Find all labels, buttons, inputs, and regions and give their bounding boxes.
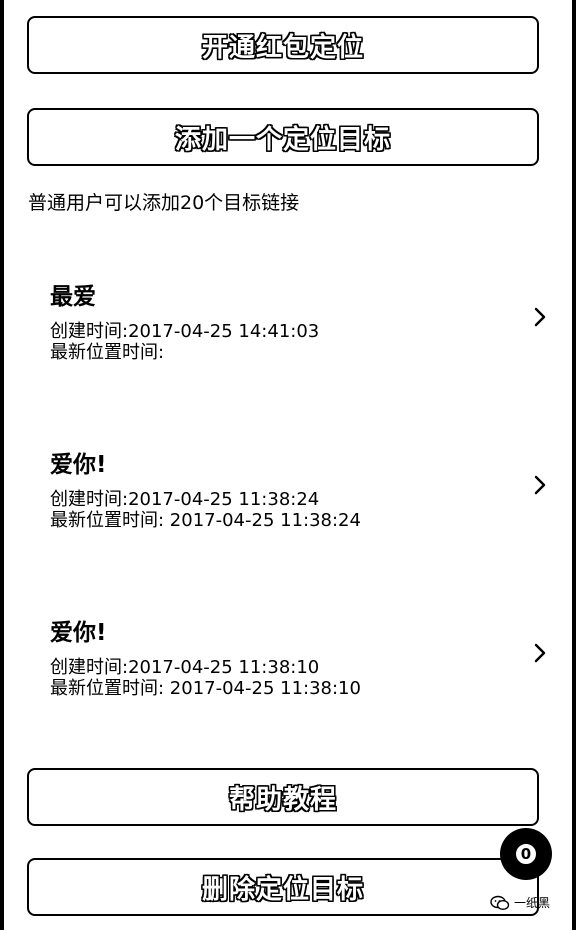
chevron-right-icon [534, 307, 546, 327]
open-red-packet-location-button[interactable]: 开通红包定位 [27, 16, 539, 74]
target-list-item[interactable]: 爱你! 创建时间:2017-04-25 11:38:10 最新位置时间: 201… [0, 613, 576, 733]
add-location-target-button[interactable]: 添加一个定位目标 [27, 108, 539, 166]
chevron-right-icon [534, 643, 546, 663]
target-last-location-time: 最新位置时间: 2017-04-25 11:38:24 [50, 510, 361, 531]
watermark: 一纸黑 [490, 894, 550, 911]
target-last-location-time: 最新位置时间: [50, 342, 165, 363]
target-name: 爱你! [50, 452, 107, 478]
delete-location-target-button[interactable]: 删除定位目标 [27, 858, 539, 916]
watermark-text: 一纸黑 [514, 896, 551, 910]
badge-count: 0 [513, 841, 539, 867]
target-list-item[interactable]: 最爱 创建时间:2017-04-25 14:41:03 最新位置时间: [0, 277, 576, 397]
target-last-location-time: 最新位置时间: 2017-04-25 11:38:10 [50, 678, 361, 699]
help-tutorial-button[interactable]: 帮助教程 [27, 768, 539, 826]
chevron-right-icon [534, 475, 546, 495]
target-limit-note: 普通用户可以添加20个目标链接 [28, 192, 300, 214]
target-name: 爱你! [50, 620, 107, 646]
floating-badge-button[interactable]: 0 [500, 828, 552, 880]
wechat-icon [490, 895, 510, 910]
target-name: 最爱 [50, 284, 96, 310]
target-list-item[interactable]: 爱你! 创建时间:2017-04-25 11:38:24 最新位置时间: 201… [0, 445, 576, 565]
